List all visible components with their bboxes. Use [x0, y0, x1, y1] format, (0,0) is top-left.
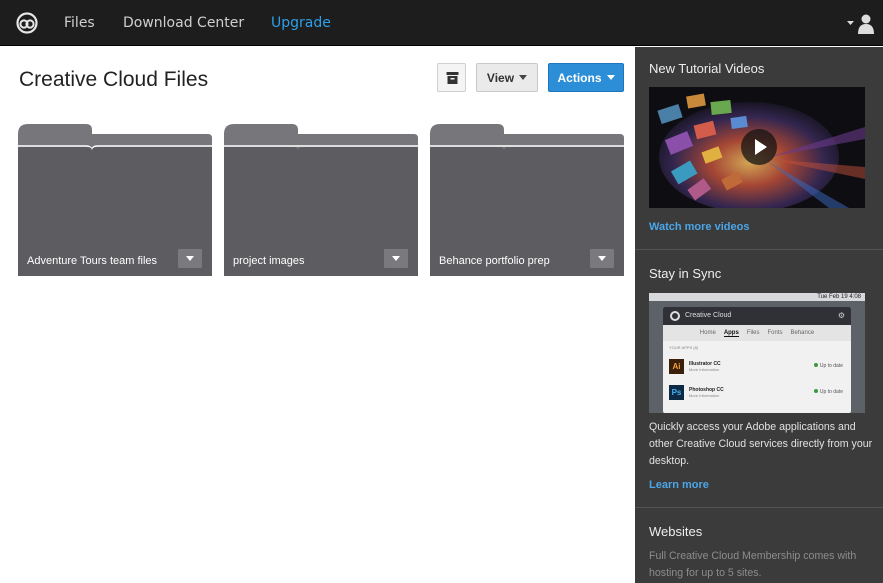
creative-cloud-logo-icon — [670, 311, 680, 321]
tab-apps: Apps — [723, 329, 739, 337]
tab-behance: Behance — [790, 330, 815, 336]
cc-app-window: Creative Cloud ⚙ Home Apps Files Fonts B… — [663, 307, 851, 413]
folder-menu-button[interactable] — [384, 249, 408, 268]
app-subtext: More Information — [689, 393, 720, 398]
page-title: Creative Cloud Files — [19, 68, 209, 91]
illustrator-icon: Ai — [669, 359, 684, 374]
play-icon[interactable] — [741, 129, 777, 165]
sync-description: Quickly access your Adobe applications a… — [649, 421, 873, 467]
nav-files[interactable]: Files — [64, 15, 95, 31]
chevron-down-icon — [186, 256, 194, 261]
archive-button[interactable] — [437, 63, 466, 92]
divider — [635, 249, 883, 250]
stay-in-sync-title: Stay in Sync — [649, 266, 722, 281]
tab-fonts: Fonts — [767, 330, 783, 336]
app-row: Ps Photoshop CC More Information Up to d… — [669, 383, 845, 403]
cc-app-header: Creative Cloud ⚙ — [663, 307, 851, 325]
websites-title: Websites — [649, 524, 703, 539]
user-menu-icon[interactable] — [845, 12, 875, 34]
photoshop-icon: Ps — [669, 385, 684, 400]
view-label: View — [486, 70, 515, 85]
websites-description: Full Creative Cloud Membership comes wit… — [649, 550, 857, 579]
folder-name[interactable]: Adventure Tours team files — [27, 255, 157, 267]
tutorials-title: New Tutorial Videos — [649, 61, 765, 76]
folder-name[interactable]: project images — [233, 255, 305, 267]
chevron-down-icon — [519, 75, 528, 80]
apps-section-label: YOUR APPS (8) — [669, 345, 699, 350]
nav-download-center[interactable]: Download Center — [123, 15, 244, 31]
folder-menu-button[interactable] — [178, 249, 202, 268]
tab-home: Home — [699, 330, 716, 336]
tutorial-video-thumbnail[interactable] — [649, 87, 865, 208]
folder-menu-button[interactable] — [590, 249, 614, 268]
app-row: Ai Illustrator CC More Information Up to… — [669, 357, 845, 377]
gear-icon: ⚙ — [837, 311, 845, 320]
archive-icon — [446, 72, 459, 84]
cc-app-tabs: Home Apps Files Fonts Behance — [663, 325, 851, 341]
actions-label: Actions — [557, 70, 602, 85]
app-status: Up to date — [814, 363, 843, 369]
tab-files: Files — [746, 330, 760, 336]
app-status: Up to date — [814, 389, 843, 395]
app-subtext: More Information — [689, 367, 720, 372]
folder-item[interactable]: Behance portfolio prep — [430, 124, 624, 276]
watch-more-videos-link[interactable]: Watch more videos — [649, 221, 749, 233]
view-button[interactable]: View — [476, 63, 538, 92]
cc-app-title: Creative Cloud — [685, 312, 732, 319]
learn-more-link[interactable]: Learn more — [649, 479, 709, 491]
folder-name[interactable]: Behance portfolio prep — [439, 255, 550, 267]
folder-item[interactable]: Adventure Tours team files — [18, 124, 212, 276]
nav-upgrade[interactable]: Upgrade — [271, 15, 331, 31]
chevron-down-icon — [598, 256, 606, 261]
divider — [635, 507, 883, 508]
mac-menu-bar-clock: Tue Feb 19 4:08 — [649, 293, 865, 301]
chevron-down-icon — [606, 75, 615, 80]
top-nav-bar: Files Download Center Upgrade — [0, 0, 883, 46]
actions-button[interactable]: Actions — [548, 63, 624, 92]
right-sidebar: New Tutorial Videos Watch more videos St… — [635, 47, 883, 583]
folder-item[interactable]: project images — [224, 124, 418, 276]
creative-cloud-app-screenshot: Tue Feb 19 4:08 Creative Cloud ⚙ Home Ap… — [649, 293, 865, 413]
chevron-down-icon — [392, 256, 400, 261]
creative-cloud-logo-icon[interactable] — [16, 12, 38, 34]
